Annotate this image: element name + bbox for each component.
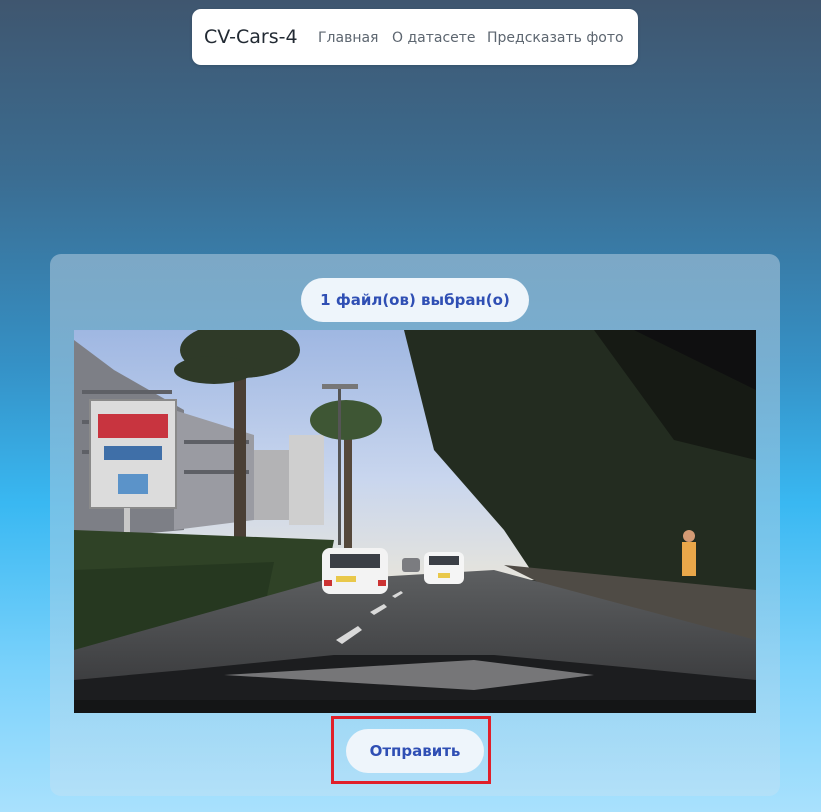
nav-link-about-dataset[interactable]: О датасете [392, 29, 476, 47]
submit-button[interactable]: Отправить [346, 729, 484, 773]
top-navbar: CV-Cars-4 Главная О датасете Предсказать… [192, 9, 638, 65]
file-chooser-status[interactable]: 1 файл(ов) выбран(о) [301, 278, 529, 322]
nav-link-home[interactable]: Главная [318, 29, 378, 47]
uploaded-photo-preview [74, 330, 756, 713]
nav-link-predict-photo[interactable]: Предсказать фото [487, 29, 624, 47]
brand-logo-text[interactable]: CV-Cars-4 [204, 26, 298, 48]
